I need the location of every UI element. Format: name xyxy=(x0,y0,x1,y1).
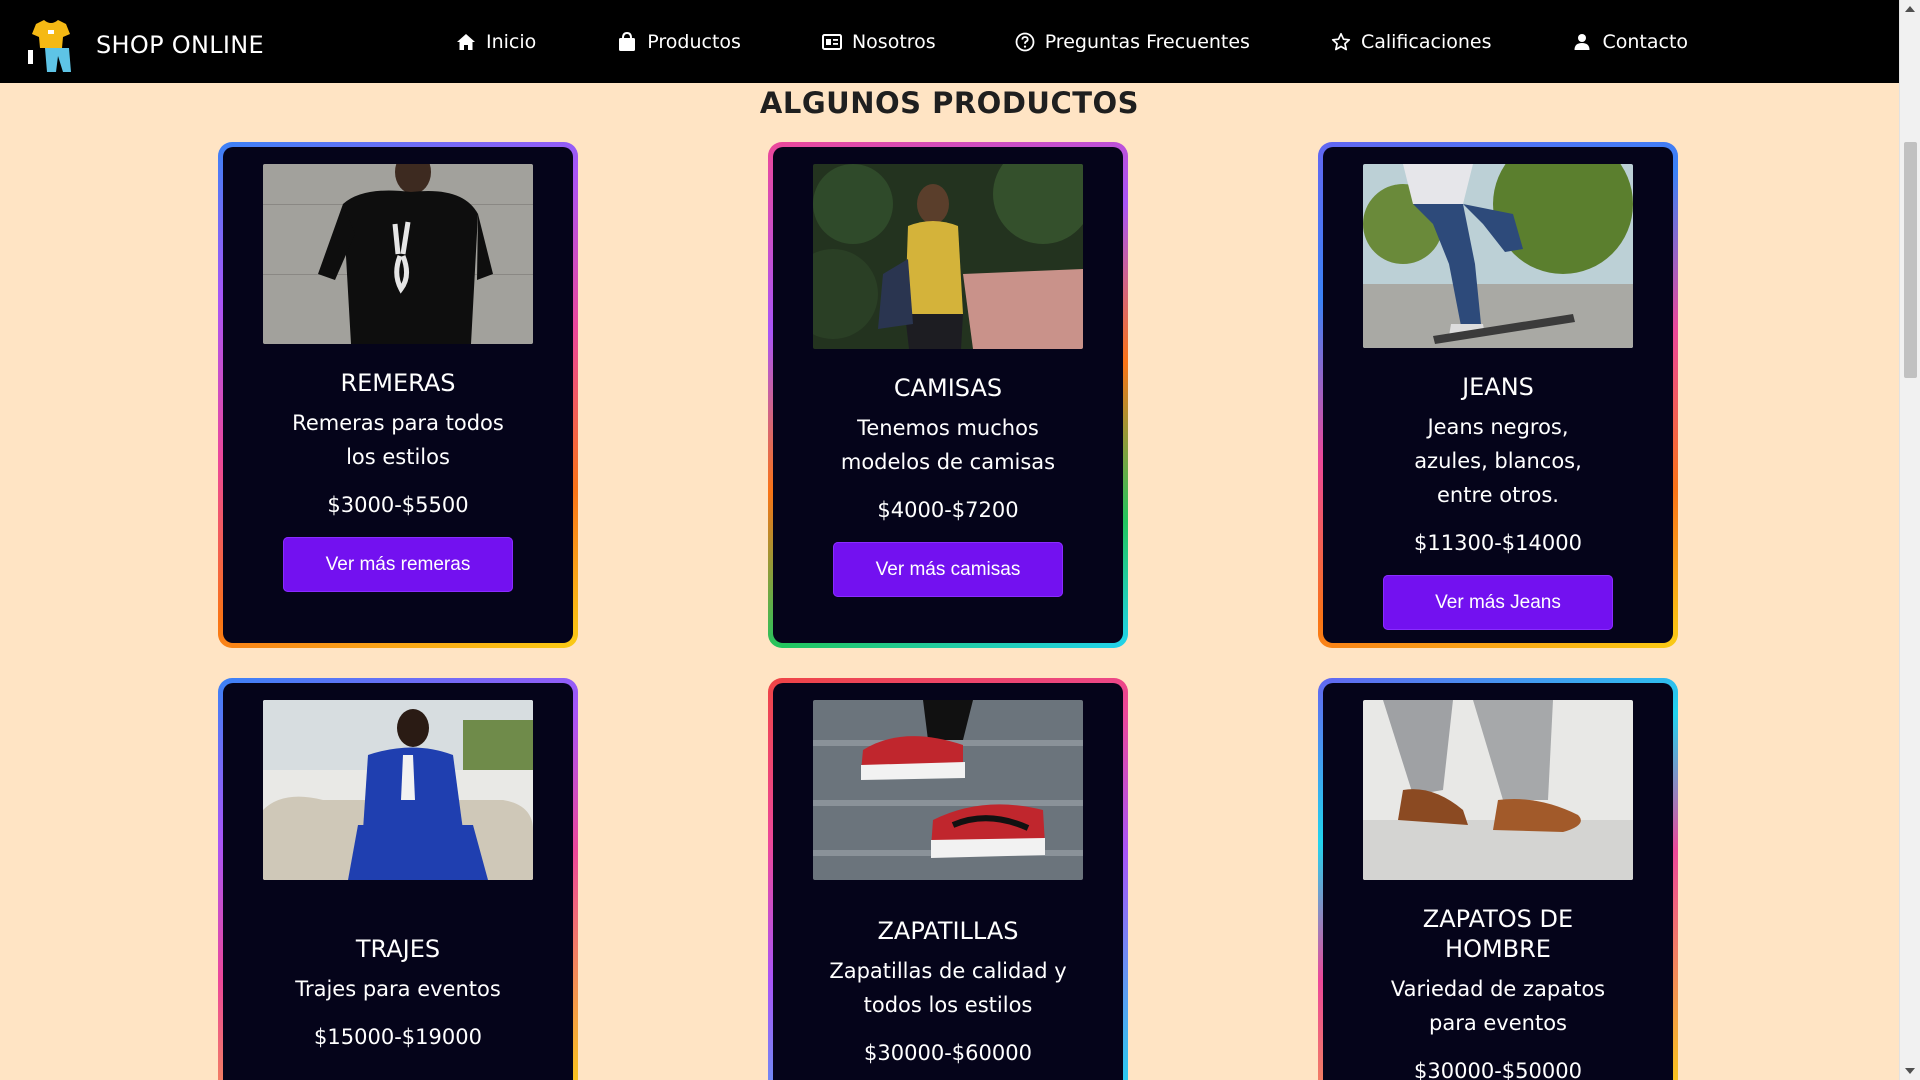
nav-links: Inicio Productos Nosotros Preguntas Frec… xyxy=(455,0,1688,83)
product-description: Variedad de zapatos para eventos xyxy=(1390,977,1606,1035)
nav-nosotros[interactable]: Nosotros xyxy=(821,31,936,53)
nav-contacto[interactable]: Contacto xyxy=(1571,31,1688,53)
product-image xyxy=(1363,700,1633,880)
product-description: Tenemos muchos modelos de camisas xyxy=(840,416,1056,474)
nav-label: Productos xyxy=(647,30,741,53)
nav-label: Preguntas Frecuentes xyxy=(1044,30,1250,53)
home-icon xyxy=(455,31,477,53)
product-image xyxy=(263,164,533,344)
question-circle-icon xyxy=(1014,31,1036,53)
nav-productos[interactable]: Productos xyxy=(616,31,741,53)
product-image xyxy=(813,164,1083,349)
product-image xyxy=(1363,164,1633,348)
product-title: JEANS xyxy=(1462,373,1534,401)
product-title: CAMISAS xyxy=(893,374,1003,402)
nav-calificaciones[interactable]: Calificaciones xyxy=(1330,30,1492,53)
id-card-icon xyxy=(821,31,843,53)
product-card-camisas: CAMISAS Tenemos muchos modelos de camisa… xyxy=(768,142,1128,648)
product-description: Jeans negros, azules, blancos, entre otr… xyxy=(1414,415,1582,507)
page-scrollbar[interactable] xyxy=(1899,0,1920,1080)
product-image xyxy=(263,700,533,880)
ver-mas-remeras-button[interactable]: Ver más remeras xyxy=(283,537,513,592)
product-card-zapatillas: ZAPATILLAS Zapatillas de calidad y todos… xyxy=(768,678,1128,1080)
product-title: ZAPATOS DE HOMBRE xyxy=(1422,905,1574,963)
product-price: $15000-$19000 xyxy=(314,1025,482,1049)
nav-label: Contacto xyxy=(1602,30,1689,53)
ver-mas-jeans-button[interactable]: Ver más Jeans xyxy=(1383,575,1613,630)
nav-faq[interactable]: Preguntas Frecuentes xyxy=(1014,31,1250,53)
scroll-thumb[interactable] xyxy=(1904,142,1917,378)
brand[interactable]: SHOP ONLINE xyxy=(26,18,264,72)
product-card-jeans: JEANS Jeans negros, azules, blancos, ent… xyxy=(1318,142,1678,648)
navbar: SHOP ONLINE Inicio Productos Nosotros Pr… xyxy=(0,0,1899,83)
scroll-down-icon[interactable] xyxy=(1905,1068,1915,1074)
nav-label: Calificaciones xyxy=(1360,30,1492,53)
star-icon xyxy=(1330,31,1352,53)
shop-logo-icon xyxy=(26,18,76,72)
product-price: $30000-$60000 xyxy=(864,1041,1032,1065)
product-price: $4000-$7200 xyxy=(877,498,1019,522)
user-icon xyxy=(1571,31,1593,53)
product-card-trajes: TRAJES Trajes para eventos $15000-$19000 xyxy=(218,678,578,1080)
product-card-zapatos-de-hombre: ZAPATOS DE HOMBRE Variedad de zapatos pa… xyxy=(1318,678,1678,1080)
product-card-remeras: REMERAS Remeras para todos los estilos $… xyxy=(218,142,578,648)
product-price: $30000-$50000 xyxy=(1414,1059,1582,1080)
nav-label: Nosotros xyxy=(851,30,936,53)
scroll-up-icon[interactable] xyxy=(1905,6,1915,12)
nav-inicio[interactable]: Inicio xyxy=(455,31,536,53)
product-description: Remeras para todos los estilos xyxy=(292,411,504,469)
product-image xyxy=(813,700,1083,880)
section-title: ALGUNOS PRODUCTOS xyxy=(759,86,1140,120)
nav-label: Inicio xyxy=(486,30,537,53)
product-title: TRAJES xyxy=(355,935,441,963)
product-title: ZAPATILLAS xyxy=(877,917,1019,945)
brand-name: SHOP ONLINE xyxy=(96,31,264,59)
ver-mas-camisas-button[interactable]: Ver más camisas xyxy=(833,542,1063,597)
shopping-bag-icon xyxy=(616,31,638,53)
product-price: $11300-$14000 xyxy=(1414,531,1582,555)
product-price: $3000-$5500 xyxy=(327,493,469,517)
product-description: Zapatillas de calidad y todos los estilo… xyxy=(829,959,1067,1017)
product-description: Trajes para eventos xyxy=(295,977,501,1001)
product-title: REMERAS xyxy=(340,369,456,397)
